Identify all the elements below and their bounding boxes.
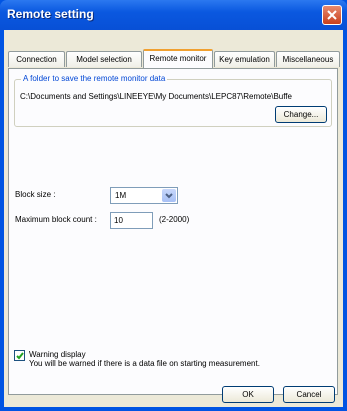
chevron-down-icon [165, 193, 173, 199]
remote-setting-window: Remote setting Connection Model selectio… [0, 0, 347, 411]
tab-label: Miscellaneous [282, 55, 334, 64]
close-button[interactable] [322, 5, 342, 25]
tab-strip: Connection Model selection Remote monito… [8, 49, 340, 69]
check-icon [16, 352, 24, 360]
block-size-value: 1M [115, 191, 127, 200]
block-size-label: Block size : [15, 190, 56, 199]
max-block-count-input[interactable]: 10 [110, 212, 153, 229]
tab-model-selection[interactable]: Model selection [66, 51, 142, 67]
warning-display-description: You will be warned if there is a data fi… [29, 359, 260, 368]
change-folder-button[interactable]: Change... [275, 106, 327, 123]
warning-display-checkbox[interactable] [14, 350, 25, 361]
max-block-count-label: Maximum block count : [15, 215, 97, 224]
tab-label: Connection [16, 55, 57, 64]
remote-monitor-panel: A folder to save the remote monitor data… [8, 68, 338, 395]
tab-remote-monitor[interactable]: Remote monitor [143, 49, 213, 68]
window-title: Remote setting [7, 7, 94, 21]
folder-groupbox: A folder to save the remote monitor data… [14, 74, 332, 127]
tab-miscellaneous[interactable]: Miscellaneous [276, 51, 340, 67]
folder-group-legend: A folder to save the remote monitor data [21, 74, 168, 83]
tab-connection[interactable]: Connection [8, 51, 65, 67]
dropdown-arrow[interactable] [162, 189, 176, 202]
warning-display-label: Warning display [29, 350, 86, 359]
tab-key-emulation[interactable]: Key emulation [214, 51, 275, 67]
folder-path: C:\Documents and Settings\LINEEYE\My Doc… [20, 92, 292, 101]
cancel-button[interactable]: Cancel [283, 386, 335, 403]
max-block-count-range: (2-2000) [159, 215, 190, 224]
title-bar[interactable]: Remote setting [0, 0, 347, 30]
tab-label: Model selection [76, 55, 132, 64]
tab-label: Key emulation [219, 55, 270, 64]
tab-label: Remote monitor [149, 54, 207, 63]
close-icon [327, 10, 337, 20]
dialog-client-area: Connection Model selection Remote monito… [4, 30, 343, 407]
ok-button[interactable]: OK [222, 386, 274, 403]
block-size-select[interactable]: 1M [110, 187, 178, 204]
